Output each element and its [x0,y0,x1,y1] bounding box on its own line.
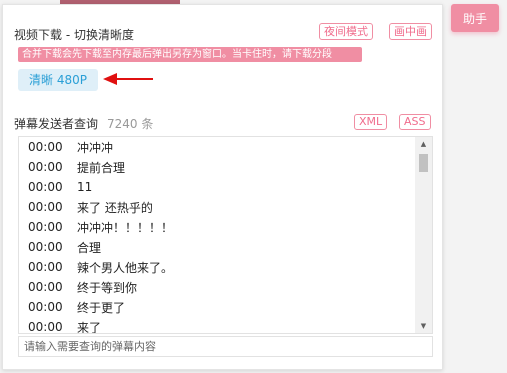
list-item[interactable]: 00:00 冲冲冲！！！！！ [19,217,415,237]
list-item[interactable]: 00:00 来了 [19,317,415,334]
row-text: 提前合理 [77,160,126,175]
danmaku-rows: 00:00 冲冲冲 00:00 提前合理 00:00 11 00:00 来了 还热乎的 … [19,137,415,334]
row-time: 00:00 [28,200,63,214]
row-time: 00:00 [28,140,63,154]
row-time: 00:00 [28,300,63,314]
list-item[interactable]: 00:00 来了 还热乎的 [19,197,415,217]
list-item[interactable]: 00:00 辣个男人他来了。 [19,257,415,277]
row-text: 来了 [77,320,102,334]
scrollbar[interactable]: ▲ ▼ [415,137,432,333]
row-text: 冲冲冲！！！！！ [77,220,174,235]
quality-button[interactable]: 清晰 480P [18,69,98,91]
row-text: 辣个男人他来了。 [77,260,174,275]
helper-panel: 视频下载 - 切换清晰度 夜间模式 画中画 合并下载会先下载至内存最后弹出另存为… [2,4,443,370]
download-notice: 合并下载会先下载至内存最后弹出另存为窗口。当卡住时，请下载分段 [18,47,362,62]
night-mode-button[interactable]: 夜间模式 [319,23,373,40]
row-time: 00:00 [28,160,63,174]
danmaku-search-input[interactable] [18,336,433,357]
row-time: 00:00 [28,240,63,254]
row-time: 00:00 [28,280,63,294]
row-text: 11 [77,180,93,194]
row-text: 合理 [77,240,102,255]
arrow-left-icon [103,73,153,85]
row-time: 00:00 [28,320,63,334]
row-text: 终于等到你 [77,280,138,295]
list-item[interactable]: 00:00 冲冲冲 [19,137,415,157]
row-text: 冲冲冲 [77,140,114,155]
list-item[interactable]: 00:00 提前合理 [19,157,415,177]
download-title: 视频下载 - 切换清晰度 [14,28,134,42]
scrollbar-thumb[interactable] [419,154,428,172]
list-item[interactable]: 00:00 11 [19,177,415,197]
list-item[interactable]: 00:00 终于更了 [19,297,415,317]
list-item[interactable]: 00:00 终于等到你 [19,277,415,297]
row-time: 00:00 [28,260,63,274]
danmaku-list[interactable]: 00:00 冲冲冲 00:00 提前合理 00:00 11 00:00 来了 还热乎的 … [18,136,433,334]
scroll-down-icon[interactable]: ▼ [415,319,432,333]
scroll-up-icon[interactable]: ▲ [415,137,432,151]
row-text: 终于更了 [77,300,126,315]
ass-button[interactable]: ASS [399,114,431,130]
row-text: 来了 还热乎的 [77,200,153,215]
helper-button[interactable]: 助手 [451,4,499,32]
list-item[interactable]: 00:00 合理 [19,237,415,257]
danmaku-count: 7240 条 [107,117,154,131]
row-time: 00:00 [28,220,63,234]
row-time: 00:00 [28,180,63,194]
danmaku-section-title: 弹幕发送者查询 [14,117,99,131]
xml-button[interactable]: XML [354,114,388,130]
pip-button[interactable]: 画中画 [389,23,432,40]
